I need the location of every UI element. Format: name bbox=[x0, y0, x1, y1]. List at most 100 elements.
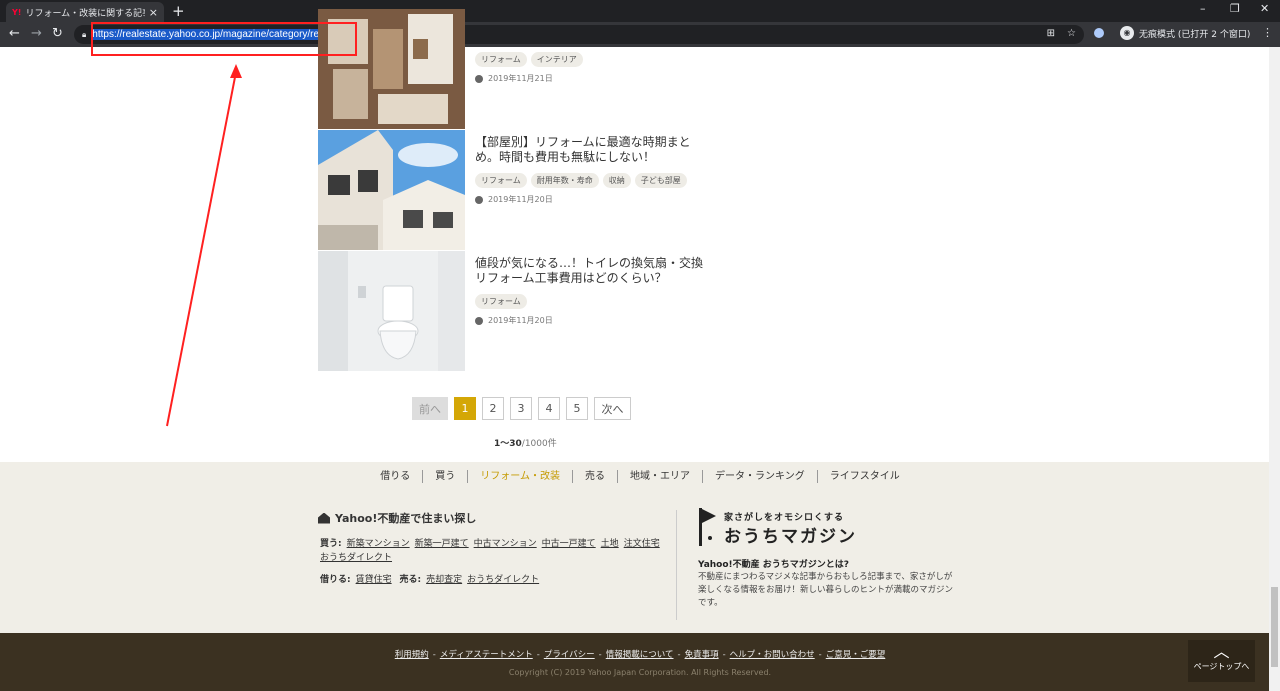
footer-link[interactable]: 土地 bbox=[601, 539, 619, 549]
article-thumbnail[interactable] bbox=[318, 251, 465, 371]
legal-link[interactable]: ヘルプ・お問い合わせ bbox=[730, 650, 815, 660]
magazine-description: 不動産にまつわるマジメな記事からおもしろ記事まで、家さがしが楽しくなる情報をお届… bbox=[698, 572, 954, 608]
footer-category-nav: 借りる 買う リフォーム・改装 売る 地域・エリア データ・ランキング ライフスタイル bbox=[0, 470, 1280, 483]
legal-link[interactable]: ご意見・ご要望 bbox=[826, 650, 886, 660]
house-icon bbox=[318, 512, 330, 524]
magazine-flag-icon bbox=[699, 508, 716, 546]
link-separator: - bbox=[677, 650, 681, 660]
date-text: 2019年11月20日 bbox=[488, 195, 553, 204]
legal-link[interactable]: メディアステートメント bbox=[440, 650, 533, 660]
buy-label: 買う: bbox=[320, 539, 342, 549]
incognito-label: 无痕模式 (已打开 2 个窗口) bbox=[1139, 29, 1251, 40]
footer-nav-item[interactable]: リフォーム・改装 bbox=[467, 470, 572, 483]
link-separator: - bbox=[722, 650, 726, 660]
minimize-icon[interactable]: – bbox=[1200, 2, 1206, 15]
legal-link[interactable]: 免責事項 bbox=[685, 650, 719, 660]
footer-nav-item[interactable]: 地域・エリア bbox=[617, 470, 702, 483]
footer-divider bbox=[676, 510, 677, 620]
link-separator: - bbox=[598, 650, 602, 660]
article-card[interactable]: 値段が気になる…！トイレの換気扇・交換リフォーム工事費用はどのくらい？ リフォー… bbox=[318, 251, 718, 371]
article-title[interactable]: 【部屋別】リフォームに最適な時期まとめ。時間も費用も無駄にしない！ bbox=[475, 135, 705, 165]
result-total: /1000件 bbox=[521, 439, 557, 449]
tab-close-icon[interactable]: × bbox=[149, 6, 158, 19]
footer-nav-item[interactable]: ライフスタイル bbox=[816, 470, 912, 483]
rent-label: 借りる: bbox=[320, 575, 351, 585]
article-tag[interactable]: リフォーム bbox=[475, 294, 527, 309]
article-tag[interactable]: 耐用年数・寿命 bbox=[530, 173, 599, 188]
link-separator: - bbox=[818, 650, 822, 660]
reload-icon[interactable]: ↻ bbox=[52, 26, 63, 41]
menu-icon[interactable]: ⋮ bbox=[1262, 26, 1273, 39]
page-top-label: ページトップへ bbox=[1193, 662, 1250, 671]
footer-nav-item[interactable]: データ・ランキング bbox=[702, 470, 817, 483]
prev-page-button[interactable]: 前へ bbox=[412, 397, 448, 420]
annotation-highlight-box bbox=[91, 22, 357, 56]
profile-icon[interactable] bbox=[1094, 28, 1104, 38]
footer-link[interactable]: 賃貸住宅 bbox=[356, 575, 392, 585]
article-tag[interactable]: リフォーム bbox=[475, 173, 527, 188]
tab-title: リフォーム・改装に関する記事 bbox=[25, 8, 145, 19]
pagination: 前へ 1 2 3 4 5 次へ bbox=[412, 397, 631, 420]
page-button-2[interactable]: 2 bbox=[482, 397, 504, 420]
page-button-4[interactable]: 4 bbox=[538, 397, 560, 420]
tag-list: リフォーム インテリア bbox=[475, 52, 583, 67]
clock-icon bbox=[475, 195, 483, 204]
back-icon[interactable]: ← bbox=[9, 26, 20, 41]
footer-nav-item[interactable]: 借りる bbox=[368, 470, 422, 483]
legal-link[interactable]: 情報掲載について bbox=[606, 650, 674, 660]
article-card[interactable]: リフォーム インテリア 2019年11月21日 bbox=[318, 9, 718, 129]
footer-link[interactable]: 新築一戸建て bbox=[415, 539, 469, 549]
article-date: 2019年11月21日 bbox=[475, 73, 553, 84]
browser-tab[interactable]: Y! リフォーム・改装に関する記事 × bbox=[6, 2, 164, 22]
footer-link[interactable]: 売却査定 bbox=[426, 575, 462, 585]
tag-list: リフォーム 耐用年数・寿命 収納 子ども部屋 bbox=[475, 173, 687, 188]
footer-nav-item[interactable]: 売る bbox=[572, 470, 617, 483]
translate-icon[interactable]: ⊞ bbox=[1047, 28, 1055, 39]
footer-link[interactable]: 注文住宅 bbox=[624, 539, 660, 549]
article-date: 2019年11月20日 bbox=[475, 194, 553, 205]
page-button-5[interactable]: 5 bbox=[566, 397, 588, 420]
article-tag[interactable]: 収納 bbox=[602, 173, 631, 188]
footer-link[interactable]: おうちダイレクト bbox=[467, 575, 539, 585]
clock-icon bbox=[475, 316, 483, 325]
incognito-indicator[interactable]: ◉ 无痕模式 (已打开 2 个窗口) bbox=[1120, 26, 1250, 40]
window-close-icon[interactable]: ✕ bbox=[1260, 2, 1269, 15]
footer-link[interactable]: 中古一戸建て bbox=[542, 539, 596, 549]
restore-icon[interactable]: ❐ bbox=[1230, 2, 1240, 15]
scrollbar[interactable] bbox=[1269, 47, 1280, 691]
legal-links: 利用規約 - メディアステートメント - プライバシー - 情報掲載について - 免責事項 - ヘル… bbox=[0, 648, 1280, 660]
article-tag[interactable]: リフォーム bbox=[475, 52, 527, 67]
footer-bottom: 利用規約 - メディアステートメント - プライバシー - 情報掲載について - 免責事項 - ヘル… bbox=[0, 633, 1280, 691]
up-chevron-icon: ︿ bbox=[1213, 642, 1230, 661]
article-title[interactable]: 値段が気になる…！トイレの換気扇・交換リフォーム工事費用はどのくらい？ bbox=[475, 256, 705, 286]
article-thumbnail[interactable] bbox=[318, 130, 465, 250]
next-page-button[interactable]: 次へ bbox=[594, 397, 631, 420]
date-text: 2019年11月21日 bbox=[488, 74, 553, 83]
scrollbar-thumb[interactable] bbox=[1271, 587, 1278, 667]
legal-link[interactable]: プライバシー bbox=[544, 650, 595, 660]
footer-section-title: Yahoo!不動産で住まい探し bbox=[318, 510, 476, 526]
page-button-1[interactable]: 1 bbox=[454, 397, 476, 420]
footer-link[interactable]: 新築マンション bbox=[347, 539, 410, 549]
magazine-question: Yahoo!不動産 おうちマガジンとは? bbox=[698, 560, 849, 570]
article-tag[interactable]: インテリア bbox=[530, 52, 583, 67]
footer-link[interactable]: おうちダイレクト bbox=[320, 553, 392, 563]
page-top-button[interactable]: ︿ ページトップへ bbox=[1188, 640, 1255, 682]
article-tag[interactable]: 子ども部屋 bbox=[634, 173, 687, 188]
tag-list: リフォーム bbox=[475, 294, 527, 309]
new-tab-button[interactable]: + bbox=[172, 2, 185, 20]
lock-icon: 🔒︎ bbox=[82, 29, 87, 39]
link-separator: - bbox=[432, 650, 436, 660]
magazine-name: おうちマガジン bbox=[724, 527, 857, 547]
star-icon[interactable]: ☆ bbox=[1067, 28, 1076, 39]
article-date: 2019年11月20日 bbox=[475, 315, 553, 326]
article-card[interactable]: 【部屋別】リフォームに最適な時期まとめ。時間も費用も無駄にしない！ リフォーム耐… bbox=[318, 130, 718, 250]
footer-link[interactable]: 中古マンション bbox=[474, 539, 537, 549]
forward-icon[interactable]: → bbox=[31, 26, 42, 41]
result-range: 1〜30 bbox=[494, 439, 522, 449]
page-button-3[interactable]: 3 bbox=[510, 397, 532, 420]
section-title-text: Yahoo!不動産で住まい探し bbox=[335, 512, 477, 525]
copyright: Copyright (C) 2019 Yahoo Japan Corporati… bbox=[508, 668, 772, 677]
legal-link[interactable]: 利用規約 bbox=[395, 650, 429, 660]
footer-nav-item[interactable]: 買う bbox=[422, 470, 467, 483]
